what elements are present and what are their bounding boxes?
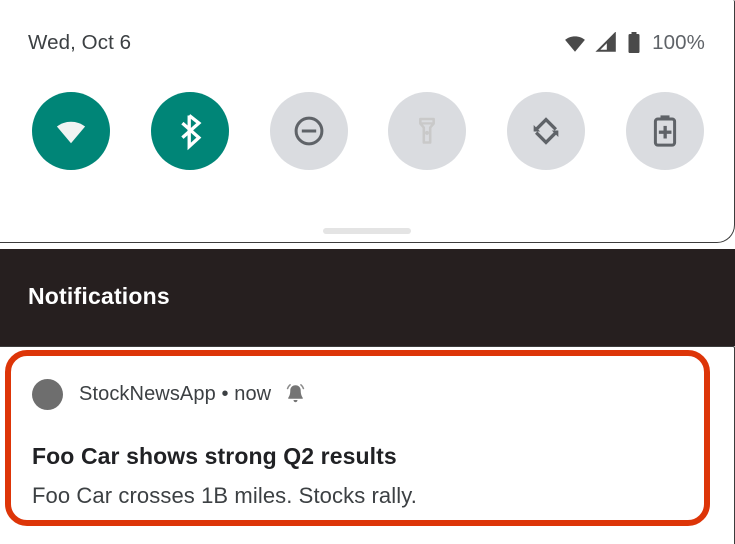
notification-header: StockNewsApp • now xyxy=(32,379,308,410)
tile-auto-rotate[interactable] xyxy=(507,92,586,170)
tile-do-not-disturb[interactable] xyxy=(269,92,348,170)
auto-rotate-icon xyxy=(527,112,565,150)
flashlight-icon xyxy=(411,113,443,149)
status-bar-icons: 100% xyxy=(562,31,705,55)
ringing-bell-icon xyxy=(283,382,308,407)
notification-body-text: Foo Car crosses 1B miles. Stocks rally. xyxy=(32,483,417,508)
notifications-title: Notifications xyxy=(28,283,170,309)
tile-bluetooth[interactable] xyxy=(150,92,229,170)
cellular-signal-icon xyxy=(595,32,619,54)
status-bar-date: Wed, Oct 6 xyxy=(28,31,132,54)
tile-battery-saver[interactable] xyxy=(625,92,704,170)
app-icon-avatar xyxy=(32,379,63,410)
notification-list: StockNewsApp • now Foo Car shows strong … xyxy=(0,346,735,544)
notifications-section-header: Notifications xyxy=(0,249,735,346)
panel-drag-handle[interactable] xyxy=(323,228,411,234)
tile-wifi[interactable] xyxy=(32,92,110,170)
wifi-icon xyxy=(51,113,91,149)
battery-icon xyxy=(626,31,642,55)
battery-saver-icon xyxy=(650,112,680,150)
status-bar: Wed, Oct 6 100% xyxy=(0,24,735,62)
notification-card-stocknewsapp[interactable]: StockNewsApp • now Foo Car shows strong … xyxy=(20,355,710,527)
battery-percent-label: 100% xyxy=(652,31,705,54)
do-not-disturb-icon xyxy=(291,113,327,149)
notification-meta-line: StockNewsApp • now xyxy=(79,383,272,405)
quick-settings-panel: Wed, Oct 6 100% xyxy=(0,0,735,243)
quick-settings-tiles xyxy=(32,92,704,170)
tile-flashlight[interactable] xyxy=(388,92,467,170)
bluetooth-icon xyxy=(171,111,209,151)
android-notification-shade: Wed, Oct 6 100% Notifications StockNewsA… xyxy=(0,0,735,544)
wifi-icon xyxy=(562,32,588,54)
notification-title: Foo Car shows strong Q2 results xyxy=(32,443,397,469)
